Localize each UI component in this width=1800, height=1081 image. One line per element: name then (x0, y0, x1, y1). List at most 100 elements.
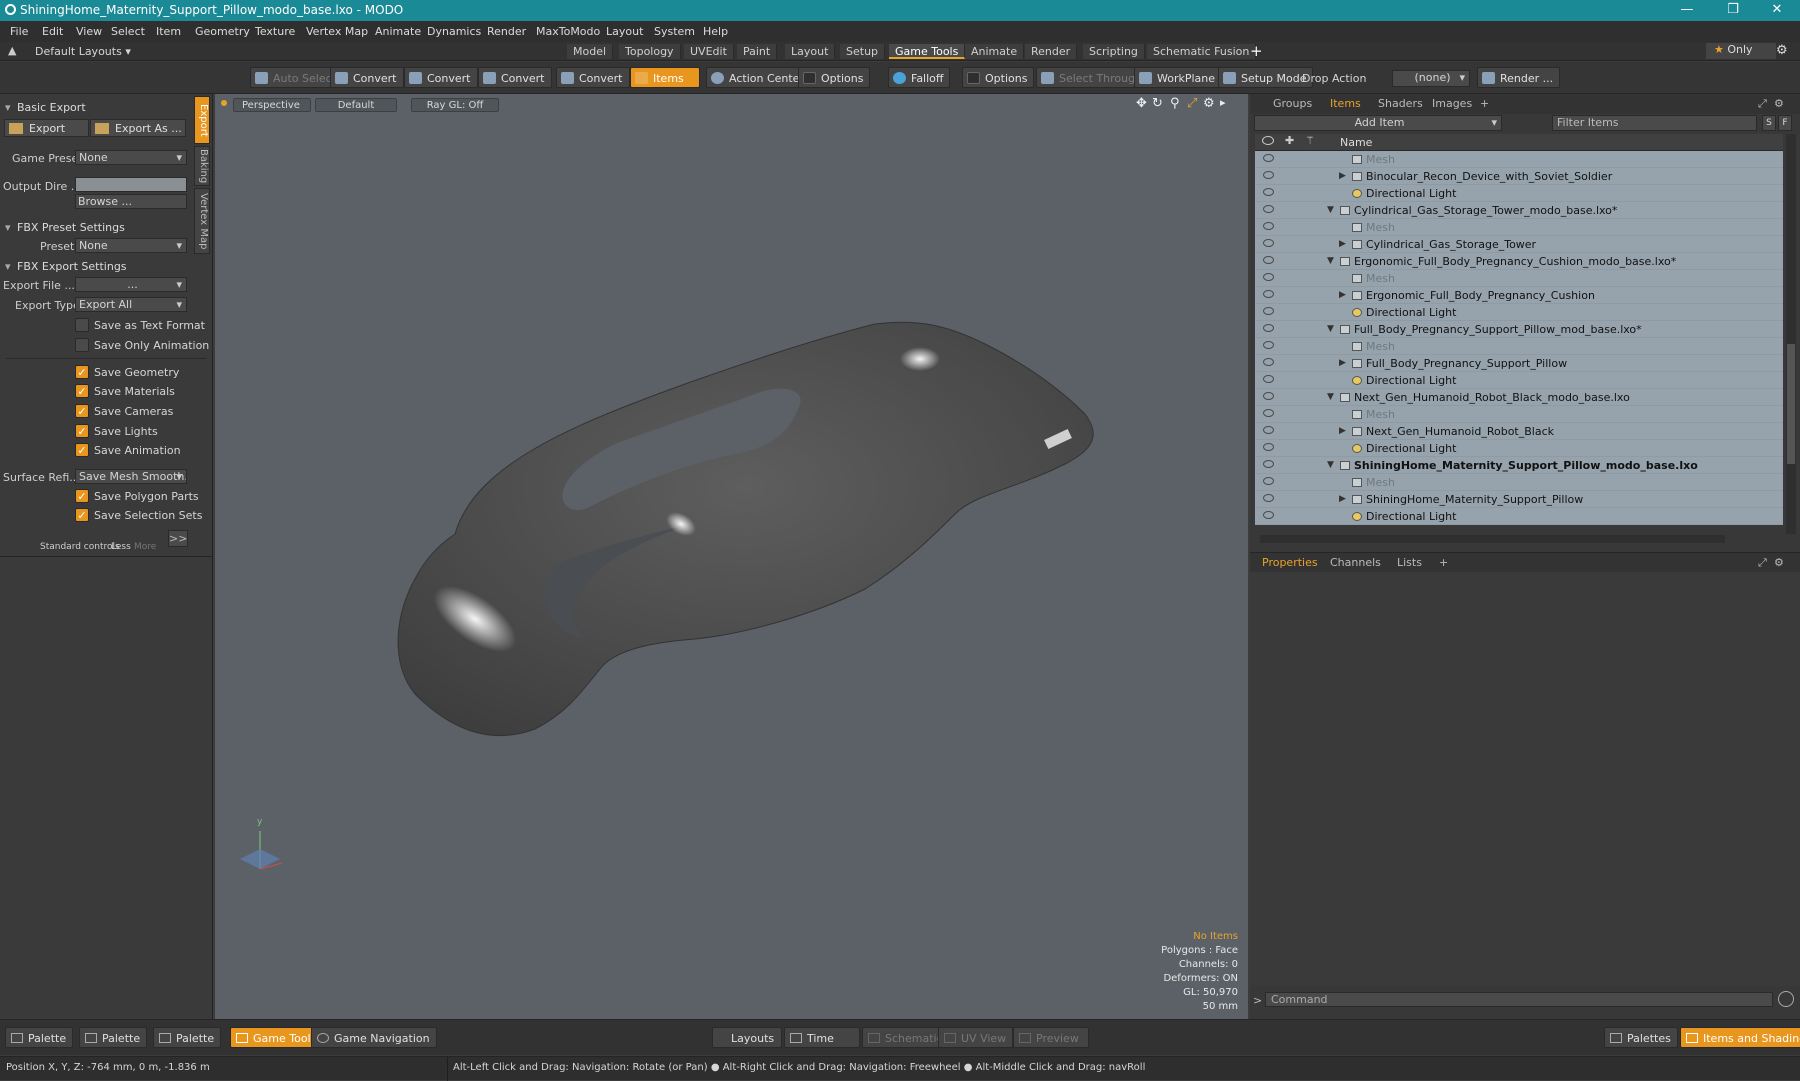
visibility-eye-icon[interactable] (1263, 494, 1274, 502)
only-toggle[interactable]: ★ Only (1706, 43, 1776, 59)
only-animation-checkbox[interactable] (75, 338, 89, 352)
tab-groups[interactable]: Groups (1273, 97, 1312, 111)
add-props-tab-icon[interactable]: + (1439, 556, 1448, 570)
basic-export-section[interactable]: Basic Export (3, 99, 86, 116)
save-geometry-checkbox[interactable]: ✓ (75, 365, 89, 379)
type-column-icon[interactable]: ⚚ (1305, 134, 1315, 147)
visibility-eye-icon[interactable] (1263, 358, 1274, 366)
menu-edit[interactable]: Edit (42, 25, 63, 38)
visibility-eye-icon[interactable] (1263, 426, 1274, 434)
layouts-button[interactable]: Layouts (712, 1027, 782, 1048)
fbx-export-section[interactable]: FBX Export Settings (3, 258, 127, 275)
panel-settings-icon[interactable]: ⚙ (1774, 97, 1784, 111)
options-button-1[interactable]: Options (798, 67, 871, 88)
tab-images[interactable]: Images (1432, 97, 1472, 111)
output-dir-field[interactable] (75, 177, 187, 192)
tab-layout[interactable]: Layout (785, 44, 836, 59)
maximize-props-icon[interactable]: ⤢ (1758, 556, 1767, 570)
more-link[interactable]: More (134, 542, 156, 552)
visibility-eye-icon[interactable] (1263, 392, 1274, 400)
item-row[interactable]: ▶ Binocular_Recon_Device_with_Soviet_Sold… (1255, 168, 1783, 185)
menu-maxtomodo[interactable]: MaxToModo (536, 25, 600, 38)
preview-button[interactable]: Preview (1013, 1027, 1089, 1048)
menu-dynamics[interactable]: Dynamics (427, 25, 481, 38)
tab-uvedit[interactable]: UVEdit (684, 44, 734, 59)
game-preset-dropdown[interactable]: None (75, 150, 187, 165)
select-through-button[interactable]: Select Through (1036, 67, 1150, 88)
collapsed-arrow-icon[interactable]: ▶ (1339, 355, 1346, 372)
visibility-eye-icon[interactable] (1263, 188, 1274, 196)
tab-lists[interactable]: Lists (1397, 556, 1422, 570)
convert-button-1[interactable]: Convert (330, 67, 404, 88)
visibility-eye-icon[interactable] (1263, 222, 1274, 230)
menu-vertex-map[interactable]: Vertex Map (306, 25, 368, 38)
tab-properties[interactable]: Properties (1262, 556, 1318, 570)
collapsed-arrow-icon[interactable]: ▶ (1339, 287, 1346, 304)
save-lights-checkbox[interactable]: ✓ (75, 424, 89, 438)
tab-setup[interactable]: Setup (840, 44, 886, 59)
filter-items-input[interactable]: Filter Items (1552, 115, 1757, 131)
game-navigation-button[interactable]: Game Navigation (311, 1027, 437, 1048)
menu-animate[interactable]: Animate (375, 25, 421, 38)
visibility-eye-icon[interactable] (1263, 205, 1274, 213)
item-row[interactable]: Directional Light (1255, 440, 1783, 457)
collapsed-arrow-icon[interactable]: ▶ (1339, 491, 1346, 508)
visibility-column-icon[interactable] (1262, 136, 1274, 145)
item-row[interactable]: Mesh (1255, 151, 1783, 168)
export-as-button[interactable]: Export As ... (90, 119, 186, 137)
menu-render[interactable]: Render (487, 25, 526, 38)
visibility-eye-icon[interactable] (1263, 477, 1274, 485)
menu-help[interactable]: Help (703, 25, 728, 38)
menu-file[interactable]: File (10, 25, 28, 38)
item-row[interactable]: Mesh (1255, 219, 1783, 236)
name-column-header[interactable]: Name (1340, 136, 1372, 149)
items-scrollbar-thumb[interactable] (1787, 344, 1795, 464)
item-row[interactable]: ▼ Full_Body_Pregnancy_Support_Pillow_mod_… (1255, 321, 1783, 338)
palette-button-3[interactable]: Palette (153, 1027, 222, 1048)
palettes-button[interactable]: Palettes (1604, 1027, 1678, 1048)
expand-controls-button[interactable]: >> (168, 530, 188, 547)
drop-action-dropdown[interactable]: (none) (1392, 70, 1470, 87)
tab-scripting[interactable]: Scripting (1083, 44, 1145, 59)
expanded-arrow-icon[interactable]: ▼ (1327, 389, 1334, 406)
render-button[interactable]: Render ... (1477, 67, 1561, 88)
item-row[interactable]: Directional Light (1255, 185, 1783, 202)
item-row[interactable]: Mesh (1255, 406, 1783, 423)
expanded-arrow-icon[interactable]: ▼ (1327, 457, 1334, 474)
add-tab-icon[interactable]: + (1250, 42, 1263, 60)
visibility-eye-icon[interactable] (1263, 460, 1274, 468)
save-materials-checkbox[interactable]: ✓ (75, 384, 89, 398)
item-row[interactable]: ▶ ShiningHome_Maternity_Support_Pillow (1255, 491, 1783, 508)
expanded-arrow-icon[interactable]: ▼ (1327, 202, 1334, 219)
expanded-arrow-icon[interactable]: ▼ (1327, 321, 1334, 338)
collapsed-arrow-icon[interactable]: ▶ (1339, 236, 1346, 253)
visibility-eye-icon[interactable] (1263, 341, 1274, 349)
schematic-button[interactable]: Schematic (862, 1027, 950, 1048)
tab-channels[interactable]: Channels (1330, 556, 1381, 570)
items-scrollbar[interactable] (1786, 134, 1796, 534)
menu-layout[interactable]: Layout (606, 25, 643, 38)
tab-model[interactable]: Model (567, 44, 614, 59)
item-row[interactable]: Directional Light (1255, 304, 1783, 321)
item-row[interactable]: ▶ Ergonomic_Full_Body_Pregnancy_Cushion (1255, 287, 1783, 304)
visibility-eye-icon[interactable] (1263, 171, 1274, 179)
props-settings-icon[interactable]: ⚙ (1774, 556, 1784, 570)
minimize-icon[interactable]: — (1664, 0, 1710, 21)
item-row[interactable]: ▼ ShiningHome_Maternity_Support_Pillow_mo… (1255, 457, 1783, 474)
export-type-dropdown[interactable]: Export All (75, 297, 187, 312)
visibility-eye-icon[interactable] (1263, 307, 1274, 315)
visibility-eye-icon[interactable] (1263, 239, 1274, 247)
menu-geometry[interactable]: Geometry (195, 25, 250, 38)
game-tools-button[interactable]: Game Tools (230, 1027, 324, 1048)
item-row[interactable]: ▶ Full_Body_Pregnancy_Support_Pillow (1255, 355, 1783, 372)
menu-system[interactable]: System (654, 25, 695, 38)
visibility-eye-icon[interactable] (1263, 409, 1274, 417)
visibility-eye-icon[interactable] (1263, 511, 1274, 519)
add-panel-tab-icon[interactable]: + (1480, 97, 1489, 111)
visibility-eye-icon[interactable] (1263, 443, 1274, 451)
layout-collapse-icon[interactable]: ▲ (8, 44, 16, 57)
save-cameras-checkbox[interactable]: ✓ (75, 404, 89, 418)
items-and-shading-button[interactable]: Items and Shading (1680, 1027, 1800, 1048)
side-tab-baking[interactable]: Baking (194, 146, 210, 186)
3d-viewport[interactable]: Perspective Default Ray GL: Off ✥ ↻ ⚲ ⤢ … (215, 94, 1248, 1019)
